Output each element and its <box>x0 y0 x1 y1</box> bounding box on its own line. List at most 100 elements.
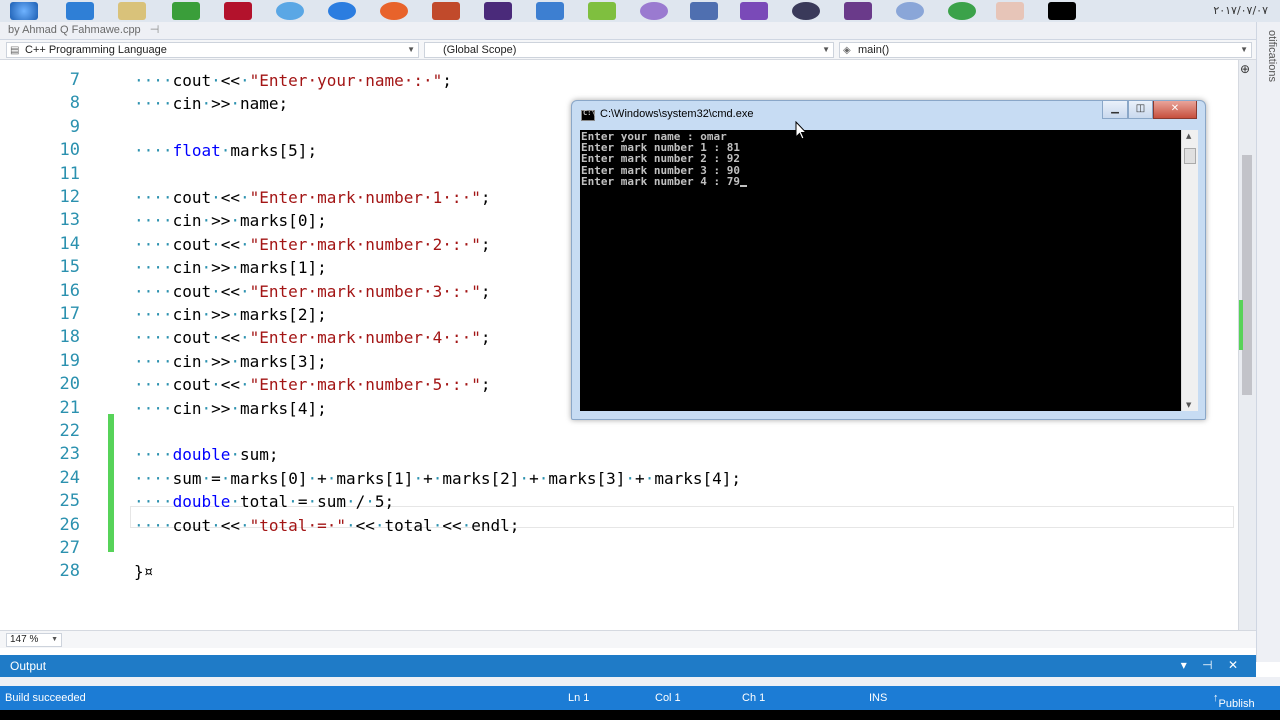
console-line: Enter mark number 3 : 90 <box>581 163 740 177</box>
cmd-window-title: C:\Windows\system32\cmd.exe <box>600 108 754 120</box>
line-number: 15 <box>59 257 80 278</box>
folder-icon[interactable] <box>118 2 146 20</box>
file-tab-row: by Ahmad Q Fahmawe.cpp ⊣ <box>0 22 1280 40</box>
app-icon-5[interactable] <box>432 2 460 20</box>
mouse-cursor-icon <box>795 121 807 140</box>
app-icon-8[interactable] <box>640 2 668 20</box>
status-line: Ln 1 <box>568 692 590 704</box>
output-panel-header[interactable]: Output ▾ ⊣ ✕ <box>0 655 1256 677</box>
line-number: 7 <box>69 70 80 90</box>
calculator-icon[interactable] <box>536 2 564 20</box>
scope-dropdown[interactable]: (Global Scope) ▼ <box>424 42 834 58</box>
app-icon-11[interactable] <box>844 2 872 20</box>
editor-scrollbar[interactable] <box>1238 60 1256 630</box>
line-number: 13 <box>59 210 80 231</box>
line-number: 20 <box>59 374 80 395</box>
line-number: 12 <box>59 187 80 207</box>
member-dropdown[interactable]: ◈ main() ▼ <box>839 42 1252 58</box>
windows-start-icon[interactable] <box>10 2 38 20</box>
line-number: 16 <box>59 280 80 301</box>
chevron-down-icon: ▼ <box>822 45 830 54</box>
scope-dropdown-label: (Global Scope) <box>443 44 517 56</box>
taskbar: ٢٠١٧/٠٧/٠٧ <box>0 0 1280 22</box>
chevron-down-icon: ▼ <box>51 636 58 643</box>
code-line[interactable]: ····cout·<<·"Enter·your·name·:·"; <box>134 71 452 90</box>
code-line[interactable]: ····cin·>>·marks[0]; <box>134 211 327 230</box>
close-button[interactable]: ✕ <box>1153 101 1197 119</box>
line-number: 14 <box>59 233 80 254</box>
output-panel-buttons[interactable]: ▾ ⊣ ✕ <box>1181 658 1244 672</box>
app-icon-10[interactable] <box>792 2 820 20</box>
line-number: 23 <box>59 444 80 465</box>
app-icon-7[interactable] <box>588 2 616 20</box>
line-number: 11 <box>59 163 80 184</box>
scroll-up-icon[interactable]: ▲ <box>1186 132 1191 140</box>
chat-icon[interactable] <box>328 2 356 20</box>
code-line[interactable]: ····float·marks[5]; <box>134 141 317 160</box>
notifications-strip[interactable] <box>1256 22 1280 662</box>
scroll-down-icon[interactable]: ▼ <box>1186 401 1191 409</box>
app-icon-3[interactable] <box>224 2 252 20</box>
zoom-bar: 147 % ▼ <box>0 630 1256 648</box>
app-icon-12[interactable] <box>896 2 924 20</box>
code-line[interactable]: ····cout·<<·"Enter·mark·number·2·:·"; <box>134 235 490 254</box>
pin-icon[interactable]: ⊣ <box>150 24 160 36</box>
code-line[interactable]: ····cout·<<·"Enter·mark·number·4·:·"; <box>134 328 490 347</box>
cmd-window[interactable]: C:\ C:\Windows\system32\cmd.exe ▁ ◫ ✕ En… <box>571 100 1206 420</box>
publish-button[interactable]: ↑ Publish <box>1213 692 1255 710</box>
status-column: Col 1 <box>655 692 681 704</box>
app-icon-4[interactable] <box>276 2 304 20</box>
text-cursor-icon <box>739 184 747 187</box>
file-tab-title: by Ahmad Q Fahmawe.cpp <box>8 24 141 36</box>
firefox-icon[interactable] <box>380 2 408 20</box>
cmd-taskbar-icon[interactable] <box>1048 2 1076 20</box>
code-line[interactable]: ····cin·>>·marks[4]; <box>134 399 327 418</box>
minimize-button[interactable]: ▁ <box>1102 101 1128 119</box>
zoom-dropdown[interactable]: 147 % ▼ <box>6 633 62 647</box>
project-icon: ▤ <box>10 45 20 56</box>
code-line[interactable]: ····cin·>>·marks[1]; <box>134 258 327 277</box>
app-icon-9[interactable] <box>690 2 718 20</box>
app-icon-1[interactable] <box>66 2 94 20</box>
split-window-icon[interactable]: ⊕ <box>1240 62 1250 76</box>
code-line[interactable]: ····cout·<<·"Enter·mark·number·3·:·"; <box>134 282 490 301</box>
code-line[interactable]: ····cout·<<·"total·=·"·<<·total·<<·endl; <box>134 516 519 535</box>
cmd-scrollbar-thumb[interactable] <box>1184 148 1196 164</box>
code-line[interactable]: ····cout·<<·"Enter·mark·number·1·:·"; <box>134 188 490 207</box>
notifications-label[interactable]: otifications <box>1258 30 1278 82</box>
line-number: 21 <box>59 397 80 418</box>
file-tab[interactable]: by Ahmad Q Fahmawe.cpp ⊣ <box>8 23 159 36</box>
scrollbar-thumb[interactable] <box>1242 155 1252 395</box>
change-bar <box>108 414 114 552</box>
code-line[interactable]: ····cout·<<·"Enter·mark·number·5·:·"; <box>134 375 490 394</box>
line-number: 17 <box>59 304 80 324</box>
status-char: Ch 1 <box>742 692 766 704</box>
maximize-button[interactable]: ◫ <box>1128 101 1153 119</box>
project-dropdown[interactable]: ▤ C++ Programming Language ▼ <box>6 42 419 58</box>
clock: ٢٠١٧/٠٧/٠٧ <box>1213 4 1268 17</box>
code-line[interactable]: ····double·total·=·sum·/·5; <box>134 492 394 511</box>
line-number: 8 <box>69 93 80 114</box>
console-line: Enter mark number 4 : 79 <box>581 176 747 187</box>
app-icon-6[interactable] <box>484 2 512 20</box>
zoom-level: 147 % <box>10 634 39 645</box>
code-line[interactable]: ····double·sum; <box>134 445 279 464</box>
code-line[interactable]: ····cin·>>·marks[3]; <box>134 352 327 371</box>
cmd-scrollbar[interactable]: ▲ ▼ <box>1181 130 1198 411</box>
code-line[interactable]: ····cin·>>·marks[2]; <box>134 305 327 324</box>
cmd-window-icon[interactable]: C:\ <box>581 109 596 121</box>
code-line[interactable]: ····sum·=·marks[0]·+·marks[1]·+·marks[2]… <box>134 469 741 488</box>
code-line[interactable]: }¤ <box>134 562 153 581</box>
status-bar: Build succeeded Ln 1 Col 1 Ch 1 INS ↑ Pu… <box>0 686 1280 710</box>
app-icon-2[interactable] <box>172 2 200 20</box>
line-number: 9 <box>69 116 80 137</box>
chrome-icon[interactable] <box>948 2 976 20</box>
console-output[interactable]: Enter your name : omar Enter mark number … <box>580 130 1181 411</box>
line-number: 25 <box>59 491 80 512</box>
code-line[interactable]: ····cin·>>·name; <box>134 94 288 113</box>
visual-studio-icon[interactable] <box>740 2 768 20</box>
publish-label: Publish <box>1218 698 1255 710</box>
app-icon-13[interactable] <box>996 2 1024 20</box>
console-line: Enter mark number 2 : 92 <box>581 152 740 166</box>
screen-bottom-edge <box>0 710 1280 720</box>
